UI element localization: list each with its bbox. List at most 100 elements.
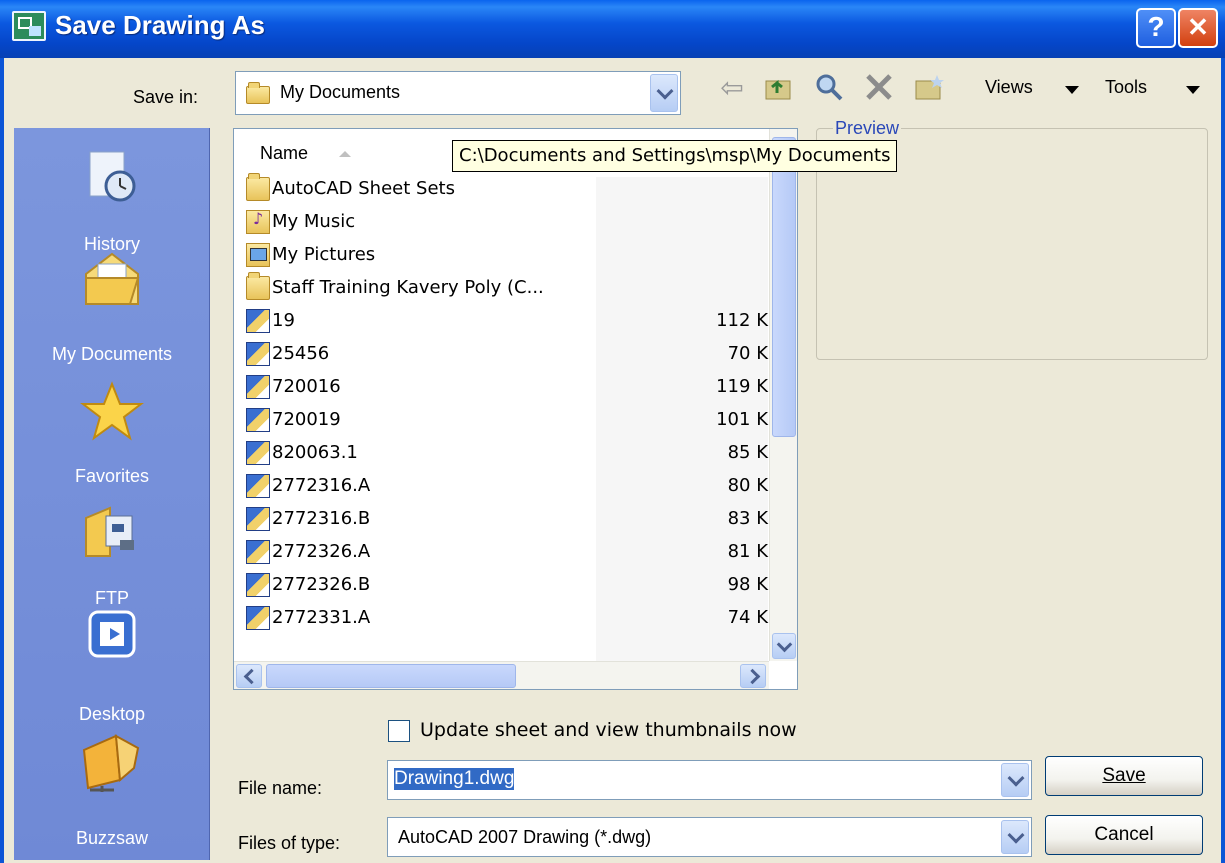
file-name: 2772326.A	[272, 541, 371, 562]
file-name: 2772316.A	[272, 475, 371, 496]
create-new-folder-icon[interactable]	[912, 71, 946, 105]
update-thumbnails-label[interactable]: Update sheet and view thumbnails now	[420, 719, 797, 741]
file-name: Staff Training Kavery Poly (C...	[272, 277, 544, 298]
file-type-value: AutoCAD 2007 Drawing (*.dwg)	[398, 827, 652, 847]
file-size: 83 K	[727, 508, 768, 529]
save-label: Save	[1102, 765, 1146, 786]
place-label: Buzzsaw	[75, 828, 149, 848]
place-favorites[interactable]: Favorites	[14, 368, 210, 488]
chevron-down-icon[interactable]	[1001, 820, 1029, 854]
file-size: 98 K	[727, 574, 768, 595]
drawing-file-icon	[246, 375, 270, 399]
list-item[interactable]: AutoCAD Sheet Sets	[246, 173, 766, 205]
help-button[interactable]: ?	[1136, 8, 1176, 48]
views-caret-icon[interactable]	[1065, 86, 1079, 94]
file-type-dropdown[interactable]: AutoCAD 2007 Drawing (*.dwg)	[387, 817, 1032, 857]
search-web-icon[interactable]	[812, 71, 846, 105]
list-item[interactable]: 2772326.A 81 K	[246, 538, 768, 568]
horizontal-scroll-thumb[interactable]	[266, 664, 516, 688]
my-documents-icon	[80, 248, 144, 312]
window-frame-left	[0, 58, 4, 863]
path-tooltip: C:\Documents and Settings\msp\My Documen…	[452, 140, 898, 172]
file-size: 119 K	[716, 376, 768, 397]
drawing-file-icon	[246, 507, 270, 531]
desktop-icon	[80, 604, 144, 668]
file-name-value[interactable]: Drawing1.dwg	[394, 768, 515, 790]
app-icon	[12, 11, 46, 41]
list-item[interactable]: My Pictures	[246, 241, 766, 271]
file-name: 2772331.A	[272, 607, 371, 628]
update-thumbnails-checkbox[interactable]	[388, 720, 410, 742]
place-buzzsaw[interactable]: Buzzsaw	[14, 718, 210, 858]
file-size: 85 K	[727, 442, 768, 463]
title-bar: Save Drawing As ? ✕	[0, 0, 1225, 58]
file-name: My Pictures	[272, 244, 376, 265]
pictures-folder-icon	[246, 243, 270, 267]
file-size: 81 K	[727, 541, 768, 562]
scroll-left-icon[interactable]	[236, 664, 262, 688]
list-item[interactable]: 25456 70 K	[246, 340, 768, 370]
file-size: 112 K	[716, 310, 768, 331]
file-name-field[interactable]: Drawing1.dwg	[387, 760, 1032, 800]
list-item[interactable]: 2772331.A 74 K	[246, 604, 768, 634]
chevron-down-icon[interactable]	[650, 74, 678, 112]
list-item[interactable]: 720019 101 K	[246, 406, 768, 436]
scroll-right-icon[interactable]	[740, 664, 766, 688]
preview-label: Preview	[833, 118, 902, 139]
file-size: 74 K	[727, 607, 768, 628]
file-name-label: File name:	[238, 778, 323, 798]
horizontal-scrollbar[interactable]	[234, 661, 769, 689]
place-ftp[interactable]: FTP	[14, 488, 210, 608]
tools-menu[interactable]: Tools	[1105, 77, 1147, 98]
file-list[interactable]: Name AutoCAD Sheet Sets My Music My Pict…	[233, 128, 798, 690]
up-one-level-icon[interactable]	[762, 71, 796, 105]
file-name: My Music	[272, 211, 356, 232]
list-item[interactable]: 820063.1 85 K	[246, 439, 768, 469]
window-title: Save Drawing As	[55, 10, 266, 40]
views-menu[interactable]: Views	[985, 77, 1033, 98]
place-my-documents[interactable]: My Documents	[14, 248, 210, 368]
list-item[interactable]: 2772316.B 83 K	[246, 505, 768, 535]
file-name: 2772316.B	[272, 508, 371, 529]
list-item[interactable]: Staff Training Kavery Poly (C...	[246, 272, 766, 304]
sort-ascending-icon	[339, 151, 351, 157]
drawing-file-icon	[246, 408, 270, 432]
file-size: 101 K	[716, 409, 768, 430]
save-in-value: My Documents	[280, 82, 401, 102]
drawing-file-icon	[246, 441, 270, 465]
places-bar: History My Documents Favorites FTP Deskt…	[14, 128, 210, 860]
save-in-dropdown[interactable]: My Documents	[235, 71, 681, 115]
delete-icon[interactable]	[862, 71, 896, 105]
vertical-scroll-thumb[interactable]	[772, 137, 796, 437]
list-item[interactable]: 720016 119 K	[246, 373, 768, 403]
music-folder-icon	[246, 209, 270, 234]
list-item[interactable]: My Music	[246, 208, 766, 238]
drawing-file-icon	[246, 606, 270, 630]
folder-icon	[246, 82, 270, 104]
file-size: 80 K	[727, 475, 768, 496]
file-name: 820063.1	[272, 442, 358, 463]
vertical-scrollbar[interactable]	[769, 129, 797, 661]
cancel-button[interactable]: Cancel	[1045, 815, 1203, 855]
back-icon[interactable]: ⇦	[715, 71, 749, 105]
list-item[interactable]: 2772316.A 80 K	[246, 472, 768, 502]
file-size: 70 K	[727, 343, 768, 364]
chevron-down-icon[interactable]	[1001, 763, 1029, 797]
drawing-file-icon	[246, 342, 270, 366]
save-button[interactable]: Save	[1045, 756, 1203, 796]
drawing-file-icon	[246, 474, 270, 498]
scroll-down-icon[interactable]	[772, 633, 796, 659]
place-history[interactable]: History	[14, 138, 210, 258]
place-desktop[interactable]: Desktop	[14, 598, 210, 724]
file-name: 720019	[272, 409, 341, 430]
file-type-label: Files of type:	[238, 833, 341, 853]
history-icon	[80, 146, 144, 210]
drawing-file-icon	[246, 309, 270, 333]
list-item[interactable]: 2772326.B 98 K	[246, 571, 768, 601]
place-label: Favorites	[74, 466, 150, 486]
close-button[interactable]: ✕	[1178, 8, 1218, 48]
tools-caret-icon[interactable]	[1186, 86, 1200, 94]
buzzsaw-icon	[80, 728, 144, 792]
file-name: AutoCAD Sheet Sets	[272, 178, 455, 199]
list-item[interactable]: 19 112 K	[246, 307, 768, 337]
